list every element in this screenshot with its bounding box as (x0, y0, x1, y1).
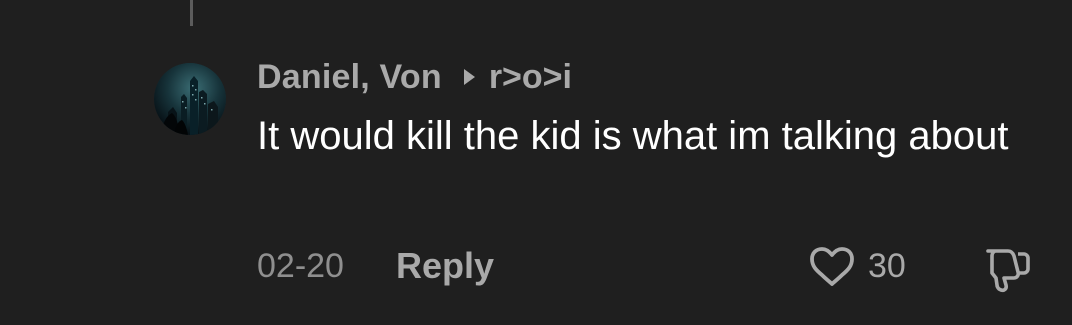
reply-target[interactable]: r>o>i (489, 58, 572, 97)
like-count: 30 (868, 246, 906, 285)
city-night-avatar (154, 63, 226, 135)
avatar[interactable] (154, 63, 226, 135)
reply-button[interactable]: Reply (396, 245, 494, 287)
comment-text: It would kill the kid is what im talking… (257, 114, 1009, 158)
like-button[interactable]: 30 (806, 242, 906, 290)
comment: Daniel, Von r>o>i It would kill the kid … (0, 0, 1072, 325)
author-name[interactable]: Daniel, Von (257, 58, 442, 97)
comment-header: Daniel, Von r>o>i (257, 55, 572, 99)
dislike-button[interactable] (974, 242, 1032, 294)
timestamp: 02-20 (257, 246, 344, 285)
play-arrow-icon (463, 69, 475, 85)
comment-footer: 02-20 Reply (257, 242, 494, 290)
heart-outline-icon (810, 247, 854, 286)
thumbs-down-outline-icon (986, 249, 1030, 293)
